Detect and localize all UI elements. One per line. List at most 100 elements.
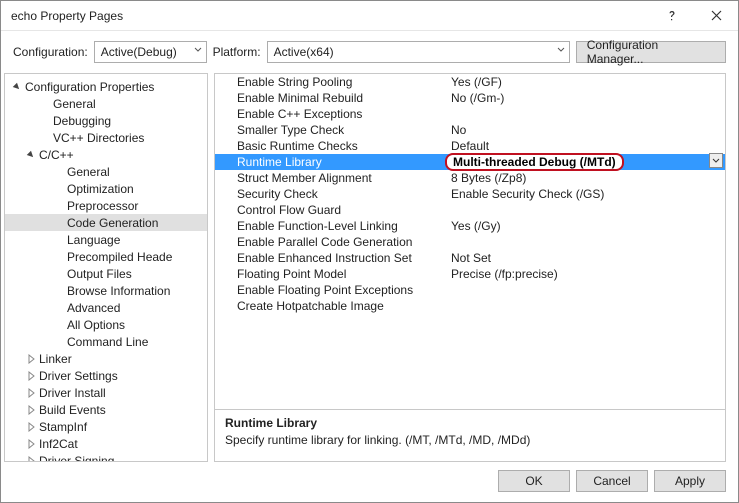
cancel-button[interactable]: Cancel — [576, 470, 648, 492]
property-row[interactable]: Enable Function-Level LinkingYes (/Gy) — [215, 218, 725, 234]
property-row[interactable]: Floating Point ModelPrecise (/fp:precise… — [215, 266, 725, 282]
expander-none — [53, 319, 65, 331]
chevron-down-icon — [557, 46, 565, 54]
property-name: Enable Minimal Rebuild — [215, 91, 445, 105]
tree-label: Language — [67, 233, 120, 247]
property-value[interactable]: Multi-threaded Debug (/MTd) — [445, 153, 725, 171]
property-grid[interactable]: Enable String PoolingYes (/GF)Enable Min… — [214, 73, 726, 410]
platform-combo[interactable]: Active(x64) — [267, 41, 570, 63]
property-value[interactable]: Yes (/Gy) — [445, 219, 725, 233]
tree-node[interactable]: Linker — [5, 350, 207, 367]
close-button[interactable] — [694, 1, 738, 31]
property-value[interactable]: No (/Gm-) — [445, 91, 725, 105]
property-name: Security Check — [215, 187, 445, 201]
property-row[interactable]: Enable Enhanced Instruction SetNot Set — [215, 250, 725, 266]
expander-closed-icon[interactable] — [25, 438, 37, 450]
tree-node[interactable]: Code Generation — [5, 214, 207, 231]
property-row[interactable]: Basic Runtime ChecksDefault — [215, 138, 725, 154]
property-row[interactable]: Struct Member Alignment8 Bytes (/Zp8) — [215, 170, 725, 186]
tree-node[interactable]: Driver Install — [5, 384, 207, 401]
property-name: Enable C++ Exceptions — [215, 107, 445, 121]
property-row[interactable]: Enable Parallel Code Generation — [215, 234, 725, 250]
tree-node[interactable]: Language — [5, 231, 207, 248]
expander-none — [53, 268, 65, 280]
property-row[interactable]: Security CheckEnable Security Check (/GS… — [215, 186, 725, 202]
property-value[interactable]: 8 Bytes (/Zp8) — [445, 171, 725, 185]
expander-closed-icon[interactable] — [25, 455, 37, 463]
config-combo[interactable]: Active(Debug) — [94, 41, 207, 63]
tree-node[interactable]: Driver Settings — [5, 367, 207, 384]
tree-node[interactable]: Command Line — [5, 333, 207, 350]
tree-label: Configuration Properties — [25, 80, 154, 94]
property-value[interactable]: Precise (/fp:precise) — [445, 267, 725, 281]
property-row[interactable]: Smaller Type CheckNo — [215, 122, 725, 138]
property-value[interactable]: Enable Security Check (/GS) — [445, 187, 725, 201]
property-value[interactable]: Not Set — [445, 251, 725, 265]
tree-node[interactable]: Output Files — [5, 265, 207, 282]
property-value[interactable] — [445, 203, 725, 217]
property-value[interactable] — [445, 283, 725, 297]
tree-node[interactable]: VC++ Directories — [5, 129, 207, 146]
property-value[interactable]: Yes (/GF) — [445, 75, 725, 89]
property-name: Struct Member Alignment — [215, 171, 445, 185]
expander-closed-icon[interactable] — [25, 421, 37, 433]
property-row[interactable]: Runtime LibraryMulti-threaded Debug (/MT… — [215, 154, 725, 170]
expander-closed-icon[interactable] — [25, 353, 37, 365]
tree-node[interactable]: Driver Signing — [5, 452, 207, 462]
property-value[interactable] — [445, 107, 725, 121]
tree-node[interactable]: Preprocessor — [5, 197, 207, 214]
property-name: Runtime Library — [215, 155, 445, 169]
tree-node[interactable]: C/C++ — [5, 146, 207, 163]
property-name: Enable Floating Point Exceptions — [215, 283, 445, 297]
tree-node[interactable]: StampInf — [5, 418, 207, 435]
tree-node[interactable]: Configuration Properties — [5, 78, 207, 95]
tree-node[interactable]: Inf2Cat — [5, 435, 207, 452]
ok-button[interactable]: OK — [498, 470, 570, 492]
tree-label: Driver Signing — [39, 454, 114, 463]
property-name: Floating Point Model — [215, 267, 445, 281]
tree-label: Output Files — [67, 267, 132, 281]
tree-label: All Options — [67, 318, 125, 332]
expander-closed-icon[interactable] — [25, 370, 37, 382]
tree-node[interactable]: Build Events — [5, 401, 207, 418]
expander-none — [39, 115, 51, 127]
tree-label: Linker — [39, 352, 72, 366]
expander-open-icon[interactable] — [25, 149, 37, 161]
expander-open-icon[interactable] — [11, 81, 23, 93]
dropdown-button[interactable] — [709, 153, 723, 168]
property-value[interactable]: Default — [445, 139, 725, 153]
config-label: Configuration: — [13, 45, 88, 59]
tree-pane[interactable]: Configuration PropertiesGeneralDebugging… — [4, 73, 208, 462]
tree-node[interactable]: Debugging — [5, 112, 207, 129]
property-row[interactable]: Enable Floating Point Exceptions — [215, 282, 725, 298]
expander-none — [39, 132, 51, 144]
tree-node[interactable]: All Options — [5, 316, 207, 333]
tree-node[interactable]: Browse Information — [5, 282, 207, 299]
property-row[interactable]: Enable C++ Exceptions — [215, 106, 725, 122]
platform-value: Active(x64) — [274, 45, 334, 59]
tree-node[interactable]: Optimization — [5, 180, 207, 197]
apply-button[interactable]: Apply — [654, 470, 726, 492]
tree-node[interactable]: Precompiled Heade — [5, 248, 207, 265]
property-name: Basic Runtime Checks — [215, 139, 445, 153]
footer: OK Cancel Apply — [1, 462, 738, 502]
property-value[interactable]: No — [445, 123, 725, 137]
tree-label: Driver Install — [39, 386, 106, 400]
help-button[interactable] — [650, 1, 694, 31]
property-value[interactable] — [445, 299, 725, 313]
property-row[interactable]: Enable String PoolingYes (/GF) — [215, 74, 725, 90]
tree-node[interactable]: General — [5, 163, 207, 180]
tree-node[interactable]: Advanced — [5, 299, 207, 316]
expander-closed-icon[interactable] — [25, 404, 37, 416]
tree-label: General — [67, 165, 110, 179]
expander-closed-icon[interactable] — [25, 387, 37, 399]
config-manager-button[interactable]: Configuration Manager... — [576, 41, 726, 63]
tree-label: Code Generation — [67, 216, 158, 230]
property-value[interactable] — [445, 235, 725, 249]
property-row[interactable]: Control Flow Guard — [215, 202, 725, 218]
tree-label: Inf2Cat — [39, 437, 78, 451]
property-row[interactable]: Create Hotpatchable Image — [215, 298, 725, 314]
tree-node[interactable]: General — [5, 95, 207, 112]
configuration-bar: Configuration: Active(Debug) Platform: A… — [1, 31, 738, 73]
property-row[interactable]: Enable Minimal RebuildNo (/Gm-) — [215, 90, 725, 106]
